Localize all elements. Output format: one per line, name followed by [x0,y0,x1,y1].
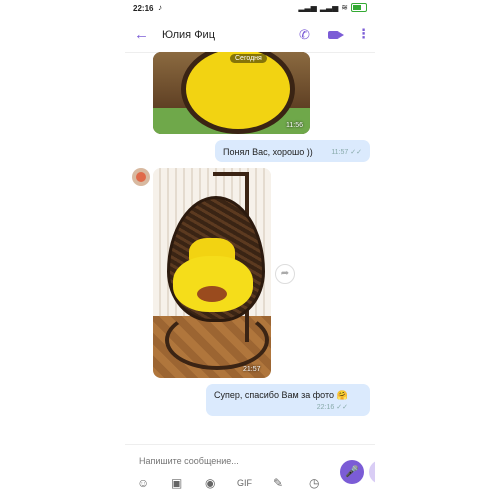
timer-icon[interactable]: ◷ [309,476,319,490]
double-check-icon: ✓✓ [350,149,362,156]
doodle-icon[interactable]: ✎ [273,476,283,490]
status-icons: ▂▃▅ ▂▃▅ ≋ [298,3,367,12]
message-time: 11:57 [331,149,349,156]
date-pill: Сегодня [230,54,267,63]
more-vert-icon[interactable]: ⋮ [357,26,370,42]
photo-yellow-seat [173,256,253,312]
outgoing-text-message[interactable]: Супер, спасибо Вам за фото 🤗 22:16 ✓✓ [206,384,370,416]
message-input[interactable] [137,455,321,467]
message-meta: 11:57 ✓✓ [331,148,362,156]
contact-name[interactable]: Юлия Фиц [162,29,215,41]
wifi-icon: ≋ [341,3,348,12]
message-time: 22:16 [316,404,335,411]
video-camera-icon[interactable] [328,31,344,39]
tiktok-icon: ♪ [158,3,162,12]
status-time: 22:16 [133,4,154,13]
photo-teddy-bear [197,286,227,302]
phone-icon[interactable]: ✆ [299,27,310,43]
incoming-photo-message[interactable]: Сегодня 11:56 [153,52,310,134]
status-bar: 22:16 ♪ ▂▃▅ ▂▃▅ ≋ [125,0,375,16]
sticker-icon[interactable]: ☺ [137,476,149,490]
battery-icon [351,3,367,12]
viber-chat-screen: 22:16 ♪ ▂▃▅ ▂▃▅ ≋ ← Юлия Фиц ✆ ⋮ Сегодня… [125,0,375,500]
message-text: Понял Вас, хорошо )) [223,147,313,157]
composer-toolbar: ☺ ▣ ◉ GIF ✎ ◷ [125,474,375,494]
signal-icon: ▂▃▅ [319,3,339,12]
message-text: Супер, спасибо Вам за фото 🤗 [214,390,348,400]
image-icon[interactable]: ▣ [171,476,182,490]
message-meta: 22:16 ✓✓ [317,403,348,411]
signal-icon: ▂▃▅ [298,3,317,12]
double-check-icon: ✓✓ [336,404,348,411]
message-time: 21:57 [243,366,261,373]
forward-icon[interactable]: ➦ [275,264,295,284]
outgoing-text-message[interactable]: Понял Вас, хорошо )) 11:57 ✓✓ [215,140,370,162]
incoming-photo-message[interactable]: 21:57 [153,168,271,378]
camera-icon[interactable]: ◉ [205,476,215,490]
arrow-left-icon[interactable]: ← [134,26,149,43]
chat-header: ← Юлия Фиц ✆ ⋮ [125,18,375,53]
gif-icon[interactable]: GIF [237,478,252,488]
contact-avatar[interactable] [132,168,150,186]
photo-chair-arm [213,172,249,176]
message-time: 11:56 [286,122,303,129]
